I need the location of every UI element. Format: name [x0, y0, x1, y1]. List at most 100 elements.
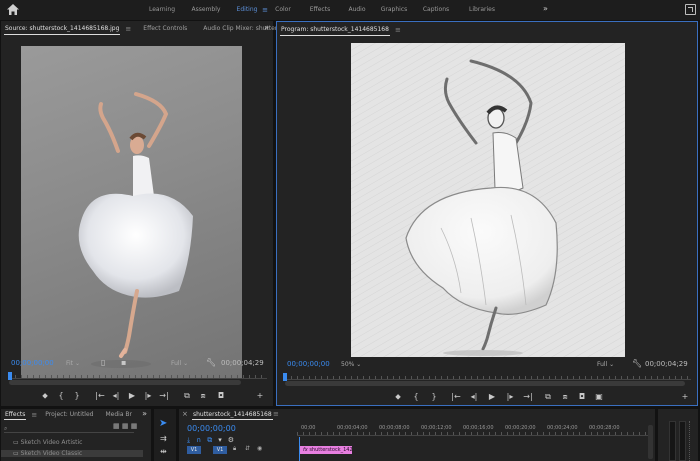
ruler-tick — [309, 432, 310, 435]
eye-icon[interactable]: ◉ — [257, 445, 262, 452]
workspace-tab-assembly[interactable]: Assembly — [184, 0, 228, 20]
mark-out-button[interactable]: } — [71, 391, 83, 401]
program-mark-out-button[interactable]: } — [428, 392, 440, 402]
program-ruler[interactable] — [285, 370, 691, 380]
program-step-back-button[interactable]: ◂| — [468, 392, 480, 402]
source-menu-icon[interactable]: ≡ — [125, 25, 131, 33]
program-wrench-icon[interactable]: 🔧︎ — [632, 359, 642, 369]
timeline-scrollbar[interactable] — [648, 425, 653, 459]
workspace-tab-editing[interactable]: Editing ≡ — [228, 0, 268, 20]
source-overflow-icon[interactable]: » — [264, 23, 269, 32]
ruler-tick — [597, 376, 598, 379]
marker-icon[interactable]: ▾ — [218, 436, 228, 444]
timeline-close-icon[interactable]: × — [182, 410, 188, 418]
snap-icon[interactable]: ∩ — [196, 436, 207, 444]
source-resolution-dropdown[interactable]: Full ⌄ — [171, 360, 188, 367]
ruler-tick — [555, 376, 556, 379]
timeline-timecode[interactable]: 00;00;00;00 — [187, 424, 236, 433]
ruler-tick — [543, 432, 544, 435]
program-step-forward-button[interactable]: |▸ — [504, 392, 516, 402]
selection-tool-icon[interactable]: ➤ — [159, 418, 167, 429]
nest-icon[interactable]: ⤓ — [187, 436, 196, 444]
tab-source[interactable]: Source: shutterstock_1414685168.jpg — [1, 21, 123, 36]
program-frame[interactable] — [351, 43, 625, 357]
ruler-tick — [459, 432, 460, 435]
play-button[interactable]: ▶ — [126, 391, 138, 401]
ruler-tick — [207, 375, 208, 378]
insert-button[interactable]: ⧉ — [181, 391, 193, 401]
workspace-overflow-icon[interactable]: » — [543, 4, 548, 14]
mark-in-button[interactable]: { — [55, 391, 67, 401]
workspace-tab-color[interactable]: Color — [266, 0, 300, 20]
ripple-edit-tool-icon[interactable]: ⇹ — [160, 447, 167, 456]
camera-icon[interactable]: ◘ — [215, 391, 227, 401]
track-select-tool-icon[interactable]: ⇉ — [160, 434, 167, 443]
sync-icon[interactable]: ⇵ — [245, 445, 250, 452]
tab-media-browser[interactable]: Media Br — [101, 409, 136, 421]
list-item[interactable]: ▭ Sketch Video Classic — [1, 450, 143, 457]
program-go-to-in-button[interactable]: |← — [450, 392, 462, 402]
tab-program[interactable]: Program: shutterstock_1414685168 — [277, 22, 393, 37]
source-ruler[interactable] — [9, 369, 267, 379]
add-button[interactable]: + — [254, 391, 266, 401]
tab-project[interactable]: Project: Untitled — [41, 409, 97, 421]
go-to-in-button[interactable]: |← — [94, 391, 106, 401]
wrench-icon[interactable]: 🔧︎ — [206, 358, 216, 368]
workspace-tab-audio[interactable]: Audio — [340, 0, 374, 20]
tab-effect-controls[interactable]: Effect Controls — [139, 21, 191, 36]
quick-export-icon[interactable] — [685, 4, 696, 15]
program-menu-icon[interactable]: ≡ — [395, 26, 401, 34]
ruler-tick — [375, 432, 376, 435]
source-current-timecode[interactable]: 00;00;00;00 — [11, 359, 54, 367]
ruler-tick — [15, 375, 16, 378]
go-to-out-button[interactable]: →| — [158, 391, 170, 401]
ruler-tick — [447, 432, 448, 435]
source-zoom-scrollbar[interactable] — [9, 380, 241, 385]
program-playhead[interactable] — [283, 373, 287, 381]
effects-menu-icon[interactable]: ≡ — [31, 411, 37, 419]
workspace-tab-captions[interactable]: Captions — [414, 0, 458, 20]
program-zoom-dropdown[interactable]: 50% ⌄ — [341, 361, 361, 368]
accelerated-icon[interactable]: ▦ — [113, 422, 120, 430]
add-marker-button[interactable]: ⬥ — [39, 391, 51, 401]
tab-effects[interactable]: Effects — [1, 409, 29, 421]
timeline-menu-icon[interactable]: ≡ — [273, 410, 279, 418]
step-back-button[interactable]: ◂| — [110, 391, 122, 401]
program-add-marker-button[interactable]: ⬥ — [392, 392, 404, 402]
program-add-button[interactable]: + — [679, 392, 691, 402]
workspace-tab-learning[interactable]: Learning — [140, 0, 184, 20]
program-camera-icon[interactable]: ◘ — [576, 392, 588, 402]
overwrite-button[interactable]: ⧈ — [197, 391, 209, 401]
source-frame[interactable] — [21, 46, 242, 378]
yuv-icon[interactable]: ▦ — [131, 422, 138, 430]
list-item[interactable]: ▭ Sketch Video Artistic — [13, 439, 82, 446]
tab-sequence[interactable]: shutterstock_1414685168 — [189, 409, 276, 421]
step-forward-button[interactable]: |▸ — [142, 391, 154, 401]
source-marker-icon[interactable]: ▯ — [101, 358, 105, 368]
track-target[interactable]: V1 — [187, 446, 201, 454]
track-label-v1[interactable]: V1 — [213, 446, 227, 454]
program-go-to-out-button[interactable]: →| — [522, 392, 534, 402]
comparison-view-button[interactable]: ▣ — [593, 392, 605, 402]
program-mark-in-button[interactable]: { — [410, 392, 422, 402]
source-fit-dropdown[interactable]: Fit ⌄ — [66, 360, 80, 367]
program-zoom-scrollbar[interactable] — [285, 381, 685, 386]
program-current-timecode[interactable]: 00;00;00;00 — [287, 360, 330, 368]
program-play-button[interactable]: ▶ — [486, 392, 498, 402]
lift-button[interactable]: ⧉ — [542, 392, 554, 402]
source-playhead[interactable] — [8, 372, 12, 380]
extract-button[interactable]: ⧈ — [559, 392, 571, 402]
home-icon[interactable] — [6, 3, 20, 16]
32bit-icon[interactable]: ▦ — [122, 422, 129, 430]
effects-overflow-icon[interactable]: » — [142, 409, 147, 418]
wrench-settings-icon[interactable]: ⚙ — [228, 436, 240, 444]
workspace-tab-effects[interactable]: Effects — [300, 0, 340, 20]
workspace-tab-graphics[interactable]: Graphics — [374, 0, 414, 20]
program-resolution-dropdown[interactable]: Full ⌄ — [597, 361, 614, 368]
timeline-clip[interactable]: fx shutterstock_142 — [300, 446, 352, 454]
timeline-ruler[interactable]: 00;00 00;00;04;00 00;00;08;00 00;00;12;0… — [297, 424, 649, 436]
source-settings-icon[interactable]: ▪ — [121, 358, 126, 368]
workspace-tab-libraries[interactable]: Libraries — [458, 0, 506, 20]
lock-icon[interactable]: 🔒︎ — [233, 445, 236, 453]
linked-icon[interactable]: ⧉ — [207, 436, 218, 444]
